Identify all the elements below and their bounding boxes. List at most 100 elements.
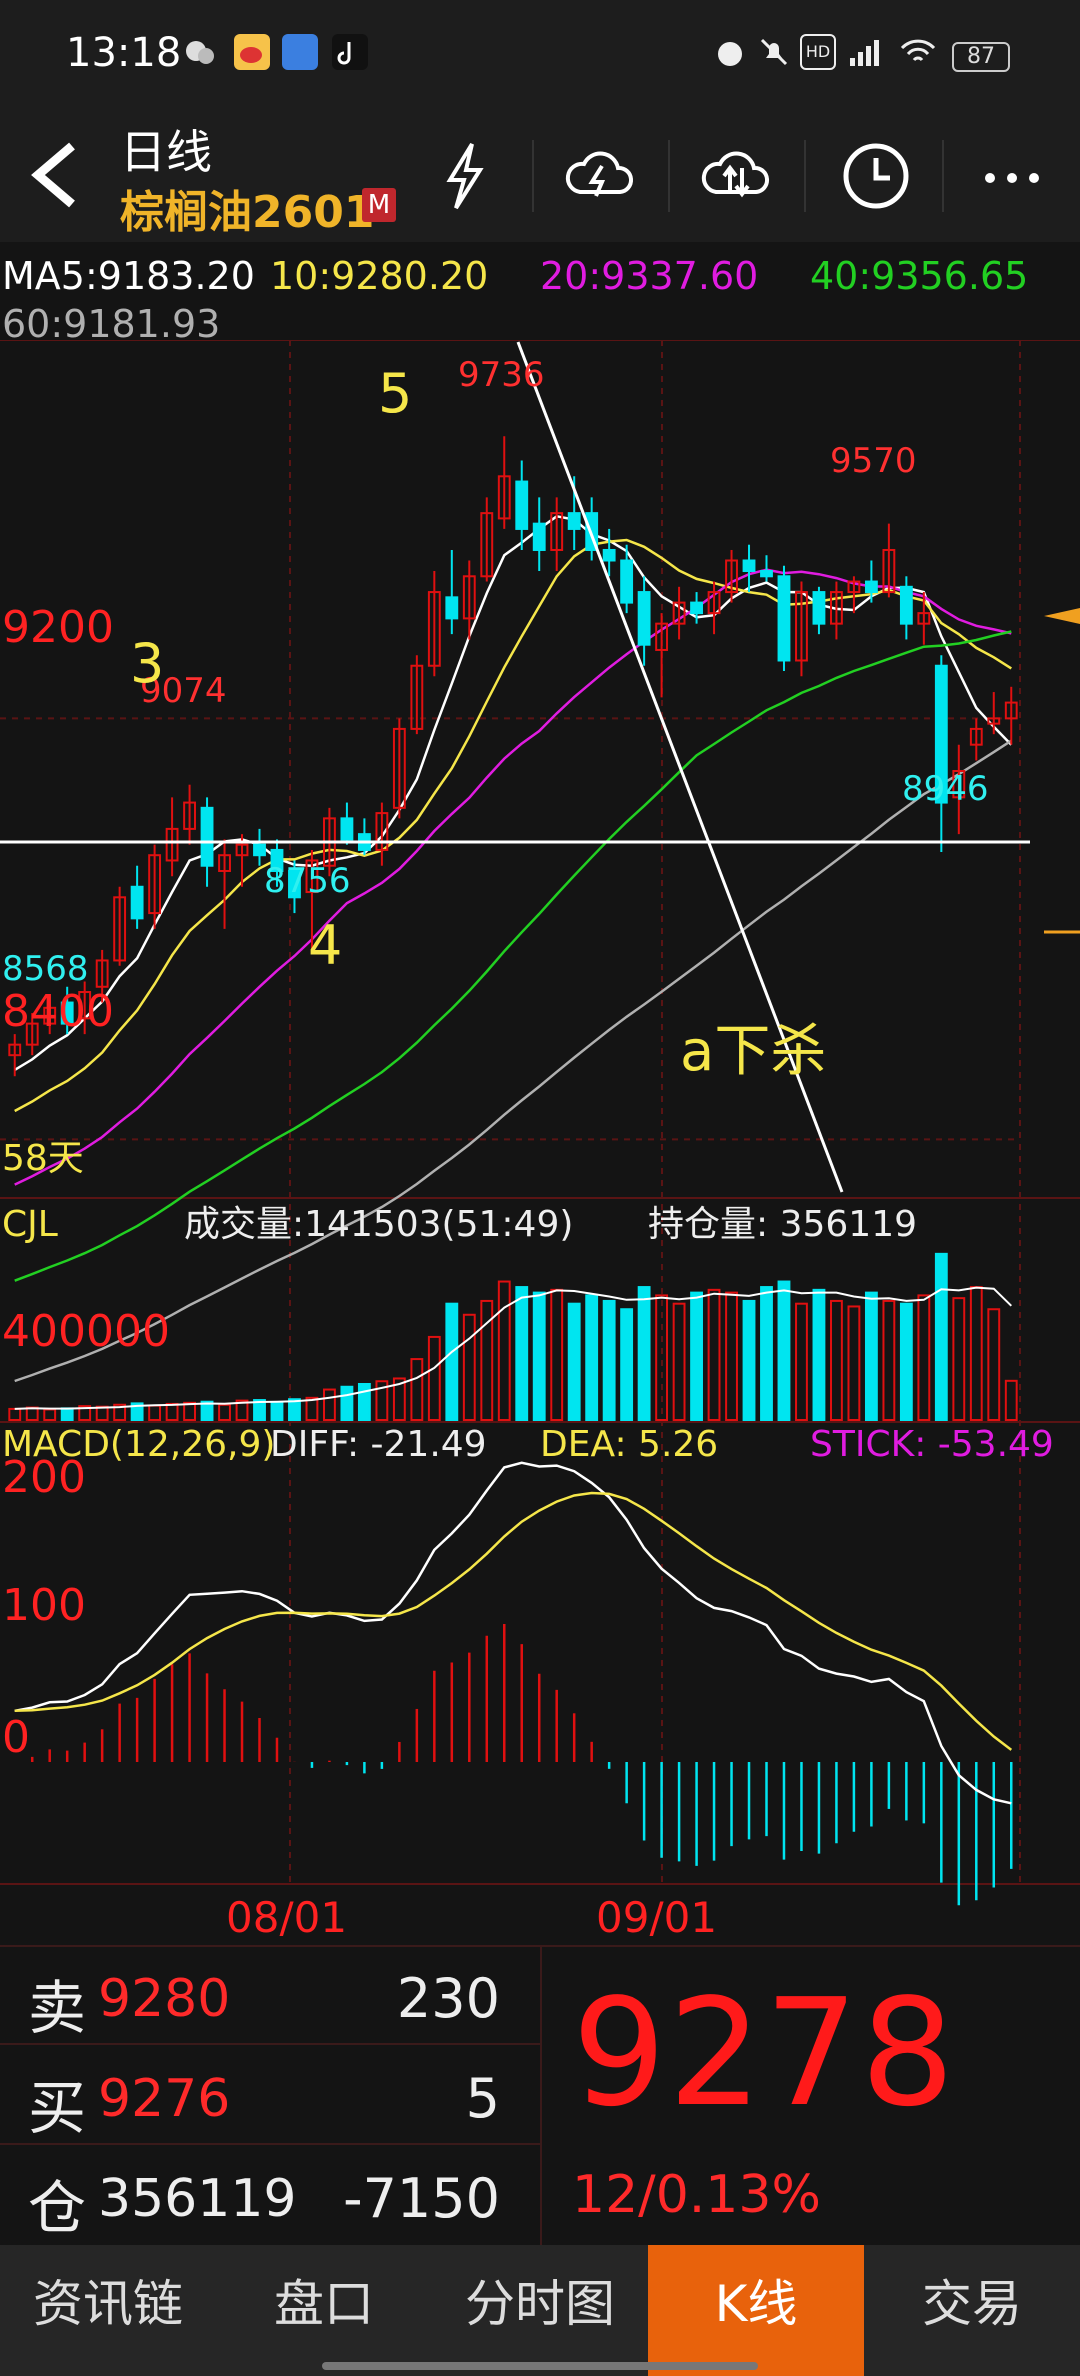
cloud-sync-icon[interactable] [696, 136, 776, 216]
volume-bar [690, 1291, 703, 1421]
volume-bar [830, 1299, 843, 1422]
volume-bar [532, 1291, 546, 1421]
weibo-icon [234, 34, 270, 70]
volume-bar [969, 1286, 983, 1421]
y-label-9200: 9200 [2, 602, 114, 653]
app-icon [282, 34, 318, 70]
volume-bar [917, 1294, 931, 1422]
candle [742, 559, 756, 573]
divider [532, 140, 534, 212]
period-title: 日线 [120, 125, 212, 179]
candle [130, 885, 144, 920]
tab-kline[interactable]: K线 [648, 2245, 864, 2376]
candle [864, 580, 878, 594]
candle [899, 585, 913, 625]
volume-bar [707, 1288, 721, 1421]
candle [760, 570, 773, 578]
price-change: 12/0.13% [572, 2165, 821, 2225]
candle [620, 559, 634, 604]
sell-volume: 230 [396, 1967, 500, 2030]
mute-icon [756, 34, 792, 70]
volume-bar [270, 1401, 284, 1421]
alarm-icon [712, 34, 748, 70]
volume-bar [585, 1294, 599, 1422]
oi-change: -7150 [343, 2167, 500, 2230]
oi-value: 356119 [98, 2169, 297, 2229]
volume-bar [602, 1299, 616, 1422]
kline-chart[interactable]: 9200 8400 9736 9074 9570 8946 8756 8568 … [0, 340, 1080, 1940]
volume-bar [497, 1280, 511, 1421]
volume-bar [218, 1403, 231, 1422]
volume-bar [1004, 1379, 1018, 1422]
volume-bar [952, 1297, 966, 1422]
price-annotation-8756: 8756 [264, 861, 351, 901]
volume-bar [445, 1302, 459, 1422]
tab-trade[interactable]: 交易 [864, 2245, 1080, 2376]
volume-bar [760, 1286, 773, 1421]
x-label-sep: 09/01 [596, 1893, 717, 1940]
battery-icon: 87 [952, 42, 1010, 72]
price-annotation-8568: 8568 [2, 949, 89, 989]
tab-news-chain[interactable]: 资讯链 [0, 2245, 216, 2376]
macd-y-200: 200 [2, 1452, 86, 1503]
divider [804, 140, 806, 212]
oi-label: 仓 [28, 2174, 87, 2242]
status-bar: 13:18 HD 87 [0, 0, 1080, 110]
candle [690, 601, 703, 615]
volume-bar [725, 1291, 738, 1421]
volume-bar [357, 1383, 371, 1421]
price-annotation-9570: 9570 [830, 441, 917, 481]
macd-diff-line [14, 1461, 1012, 1805]
wave-label-5: 5 [378, 362, 412, 425]
volume-bar [795, 1302, 808, 1422]
back-arrow-icon[interactable] [24, 140, 84, 214]
volume-bar [60, 1407, 74, 1422]
more-icon[interactable] [972, 136, 1052, 216]
instrument-name[interactable]: 棕榈油2601 [120, 176, 374, 240]
ma5-value: MA5:9183.20 [2, 254, 255, 298]
candle [200, 806, 214, 867]
macd-chart [14, 1461, 1013, 1906]
home-indicator[interactable] [322, 2362, 758, 2370]
volume-bar [323, 1388, 336, 1421]
divider [668, 140, 670, 212]
buy-price: 9276 [98, 2069, 231, 2129]
wechat-icon [182, 34, 218, 70]
ma40-line [14, 630, 1012, 1282]
volume-bar [165, 1402, 179, 1422]
candle [812, 591, 826, 625]
volume-bar [847, 1305, 861, 1422]
signal-5g-icon [846, 34, 882, 70]
volume-bar [812, 1288, 826, 1421]
ma-legend: MA5:9183.20 10:9280.20 20:9337.60 40:935… [0, 250, 1080, 346]
ma20-value: 20:9337.60 [540, 254, 759, 298]
lightning-icon[interactable] [424, 136, 504, 216]
tab-order-book[interactable]: 盘口 [216, 2245, 432, 2376]
candle [445, 596, 459, 620]
buy-row[interactable]: 买 9276 5 [0, 2047, 540, 2145]
sell-row[interactable]: 卖 9280 230 [0, 1947, 540, 2045]
status-time: 13:18 [66, 30, 182, 76]
volume-bar [8, 1407, 22, 1422]
wifi-icon [898, 34, 936, 70]
volume-bar [462, 1313, 476, 1421]
volume-bar [777, 1280, 791, 1421]
tab-intraday[interactable]: 分时图 [432, 2245, 648, 2376]
price-marker-icon [1044, 608, 1080, 624]
candle [602, 548, 616, 562]
volume-bar [43, 1408, 57, 1422]
sell-price: 9280 [98, 1969, 231, 2029]
ma10-value: 10:9280.20 [270, 254, 489, 298]
candle [253, 843, 266, 857]
volume-bar [410, 1358, 424, 1421]
tiktok-icon [332, 34, 368, 70]
ma10-line [14, 538, 1012, 1113]
price-annotation-9736: 9736 [458, 355, 545, 395]
clock-icon[interactable] [836, 136, 916, 216]
main-contract-badge: M [362, 188, 396, 222]
volume-y-label: 400000 [2, 1306, 170, 1357]
volume-value: 成交量:141503(51:49) [184, 1204, 573, 1245]
volume-bar [934, 1252, 948, 1421]
candles [8, 436, 1018, 1077]
cloud-lightning-icon[interactable] [560, 136, 640, 216]
